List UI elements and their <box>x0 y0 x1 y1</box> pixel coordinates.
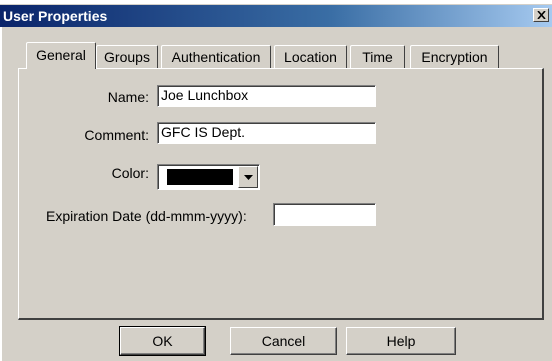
name-label: Name: <box>107 89 149 105</box>
ok-button[interactable]: OK <box>119 326 206 356</box>
comment-label: Comment: <box>84 127 149 143</box>
help-button[interactable]: Help <box>346 327 456 355</box>
color-dropdown-button[interactable] <box>238 166 258 188</box>
expiration-date-input[interactable] <box>273 203 376 226</box>
name-input[interactable]: Joe Lunchbox <box>157 85 376 107</box>
cancel-button[interactable]: Cancel <box>230 327 337 355</box>
expiration-date-label: Expiration Date (dd-mmm-yyyy): <box>46 208 247 224</box>
dropdown-arrow-icon <box>243 174 253 180</box>
color-label: Color: <box>111 165 149 181</box>
color-select[interactable] <box>157 164 260 190</box>
color-swatch <box>167 169 233 185</box>
comment-input[interactable]: GFC IS Dept. <box>157 122 376 144</box>
user-properties-dialog: User Properties General Groups Authentic… <box>0 4 552 361</box>
